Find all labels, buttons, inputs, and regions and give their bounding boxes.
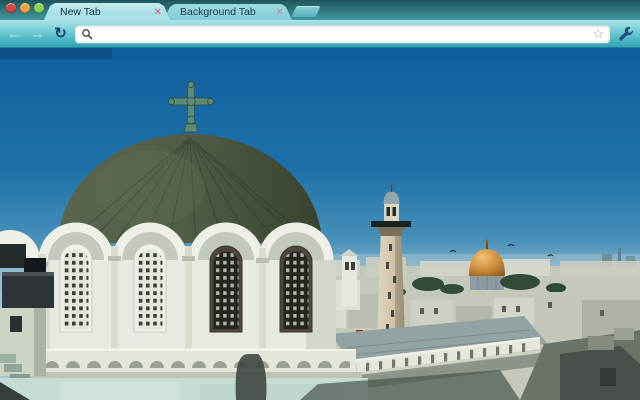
forward-arrow-icon: → bbox=[30, 25, 45, 42]
window-close-button[interactable] bbox=[6, 3, 16, 13]
wrench-icon bbox=[618, 26, 633, 41]
search-icon bbox=[82, 28, 93, 39]
back-arrow-icon: ← bbox=[7, 25, 22, 42]
reload-icon: ↻ bbox=[54, 25, 67, 42]
back-button[interactable]: ← bbox=[6, 26, 23, 41]
wrench-menu-button[interactable] bbox=[616, 25, 634, 43]
left-rooftop-structures bbox=[0, 244, 54, 382]
omnibox-input[interactable] bbox=[97, 25, 589, 42]
tab-label: New Tab bbox=[60, 5, 101, 18]
omnibox[interactable]: ☆ bbox=[75, 24, 610, 43]
browser-window: New Tab × Background Tab × ← → ↻ ☆ bbox=[0, 0, 640, 400]
tab-background-tab[interactable]: Background Tab × bbox=[164, 4, 292, 20]
tab-label: Background Tab bbox=[180, 6, 256, 18]
window-minimize-button[interactable] bbox=[20, 3, 30, 13]
tab-strip: New Tab × Background Tab × bbox=[0, 0, 640, 20]
church-drum bbox=[0, 222, 362, 378]
tab-new-tab[interactable]: New Tab × bbox=[44, 3, 170, 20]
background-image-jerusalem bbox=[0, 48, 640, 400]
forward-button[interactable]: → bbox=[29, 26, 46, 41]
tab-close-icon[interactable]: × bbox=[273, 7, 283, 17]
tab-close-icon[interactable]: × bbox=[151, 7, 161, 17]
bookmark-star-icon[interactable]: ☆ bbox=[592, 27, 604, 40]
window-zoom-button[interactable] bbox=[34, 3, 44, 13]
new-tab-button[interactable] bbox=[291, 6, 321, 17]
window-controls bbox=[6, 3, 44, 13]
page-content bbox=[0, 48, 640, 400]
reload-button[interactable]: ↻ bbox=[52, 26, 69, 41]
toolbar: ← → ↻ ☆ bbox=[0, 20, 640, 48]
